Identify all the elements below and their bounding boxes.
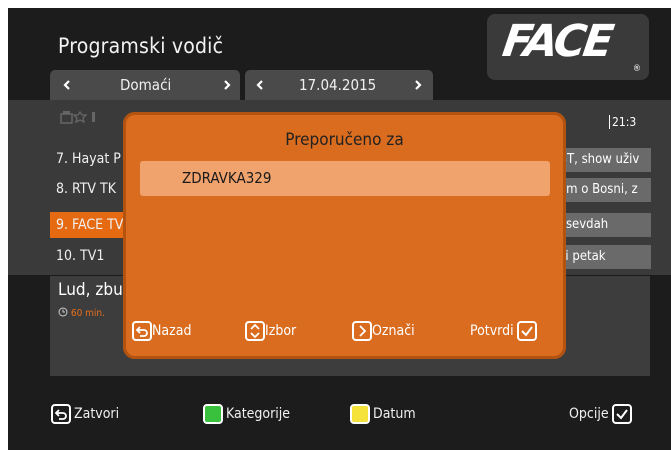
confirm-button[interactable]: Potvrdi [470, 320, 537, 342]
screen: Programski vodič FACE ® Domaći 17.04.201… [0, 0, 671, 450]
select-button[interactable]: Izbor [245, 320, 296, 342]
channel-row-selected[interactable]: 9. FACE TV [50, 212, 132, 238]
check-icon [516, 321, 537, 341]
yellow-key-icon [350, 404, 370, 424]
back-button[interactable]: Nazad [132, 320, 191, 342]
select-label: Izbor [265, 323, 297, 339]
page-title: Programski vodič [58, 34, 224, 58]
channel-row[interactable]: 8. RTV TK [56, 176, 132, 202]
options-label: Opcije [569, 406, 609, 422]
program-duration: 60 min. [58, 307, 105, 319]
categories-button[interactable]: Kategorije [203, 402, 290, 432]
channel-row[interactable]: 10. TV1 [56, 243, 132, 269]
chevron-right-icon[interactable] [220, 78, 234, 92]
program-cell[interactable]: i sevdah [553, 213, 651, 237]
logo-text: FACE [499, 16, 615, 67]
program-cell[interactable]: ći petak [553, 245, 651, 269]
date-button[interactable]: Datum [350, 402, 416, 432]
close-label: Zatvori [74, 406, 120, 422]
program-cell[interactable]: om o Bosni, z [553, 178, 651, 202]
timeline-time: 21:3 [612, 115, 637, 129]
mark-label: Označi [372, 323, 415, 339]
recommended-dialog: Preporučeno za ZDRAVKA329 Nazad Izbor Oz… [123, 112, 566, 359]
up-down-icon [245, 321, 265, 341]
options-button[interactable]: Opcije [569, 402, 632, 432]
logo-registered: ® [632, 64, 641, 74]
date-button-label: Datum [373, 406, 416, 422]
channel-row[interactable]: 7. Hayat P [56, 146, 132, 172]
tv-guide: Programski vodič FACE ® Domaći 17.04.201… [8, 8, 671, 450]
categories-label: Kategorije [226, 406, 291, 422]
dialog-list-item[interactable]: ZDRAVKA329 [140, 161, 550, 196]
green-key-icon [203, 404, 223, 424]
timeline-marker [609, 115, 610, 129]
back-icon [51, 404, 71, 424]
mark-button[interactable]: Označi [352, 320, 415, 342]
clock-icon [58, 307, 68, 317]
back-icon [132, 321, 152, 341]
back-label: Nazad [152, 323, 192, 339]
close-button[interactable]: Zatvori [51, 402, 119, 432]
category-label: Domaći [120, 76, 172, 94]
program-info-title: Lud, zbu [58, 280, 123, 300]
dialog-title: Preporučeno za [285, 130, 404, 150]
date-label: 17.04.2015 [299, 76, 377, 94]
confirm-label: Potvrdi [470, 323, 514, 339]
face-logo: FACE ® [487, 14, 649, 80]
chevron-left-icon[interactable] [60, 78, 74, 92]
chevron-left-icon[interactable] [253, 78, 267, 92]
chevron-right-icon[interactable] [411, 78, 425, 92]
program-cell[interactable]: BT, show uživ [553, 148, 651, 172]
check-icon [611, 404, 632, 424]
guide-toolbar-icons [60, 110, 104, 127]
chevron-right-icon [352, 321, 372, 341]
duration-text: 60 min. [70, 308, 105, 319]
date-selector[interactable]: 17.04.2015 [245, 70, 433, 100]
dialog-list-item-label: ZDRAVKA329 [182, 169, 272, 187]
category-selector[interactable]: Domaći [50, 70, 240, 100]
